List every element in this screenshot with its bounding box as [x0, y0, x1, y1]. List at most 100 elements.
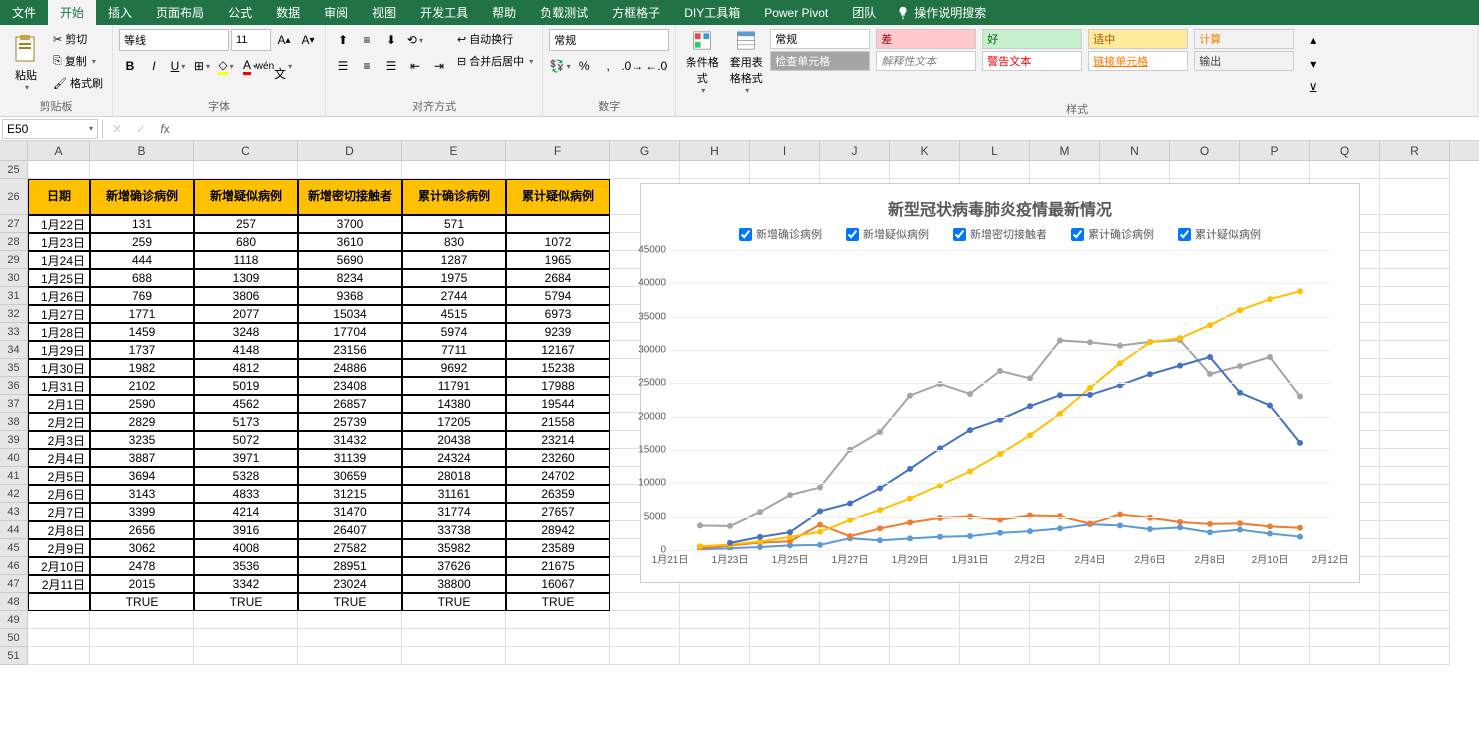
cell-D35[interactable]: 24886: [298, 359, 402, 377]
cell-A36[interactable]: 1月31日: [28, 377, 90, 395]
cell-C42[interactable]: 4833: [194, 485, 298, 503]
row-header-37[interactable]: 37: [0, 395, 28, 413]
cell-C47[interactable]: 3342: [194, 575, 298, 593]
series-marker[interactable]: [1177, 524, 1183, 530]
wrap-text-button[interactable]: ↩自动换行: [454, 29, 536, 49]
series-marker[interactable]: [1147, 339, 1153, 345]
series-marker[interactable]: [967, 391, 973, 397]
ribbon-tab-数据[interactable]: 数据: [264, 0, 312, 25]
row-header-25[interactable]: 25: [0, 161, 28, 179]
cell-D31[interactable]: 9368: [298, 287, 402, 305]
series-marker[interactable]: [817, 529, 823, 535]
ribbon-tab-公式[interactable]: 公式: [216, 0, 264, 25]
series-marker[interactable]: [817, 485, 823, 491]
cell-R44[interactable]: [1380, 521, 1450, 539]
ribbon-tab-DIY工具箱[interactable]: DIY工具箱: [672, 0, 752, 25]
series-marker[interactable]: [907, 466, 913, 472]
series-marker[interactable]: [967, 427, 973, 433]
cell-F36[interactable]: 17988: [506, 377, 610, 395]
cell-A43[interactable]: 2月7日: [28, 503, 90, 521]
series-marker[interactable]: [997, 530, 1003, 536]
cell-C25[interactable]: [194, 161, 298, 179]
styles-more[interactable]: ⊻: [1302, 77, 1324, 99]
cell-R37[interactable]: [1380, 395, 1450, 413]
cell-R45[interactable]: [1380, 539, 1450, 557]
cell-L50[interactable]: [960, 629, 1030, 647]
cell-D40[interactable]: 31139: [298, 449, 402, 467]
cell-E46[interactable]: 37626: [402, 557, 506, 575]
series-marker[interactable]: [1057, 525, 1063, 531]
series-marker[interactable]: [1057, 337, 1063, 343]
series-marker[interactable]: [1207, 371, 1213, 377]
decrease-decimal-button[interactable]: ←.0: [645, 55, 667, 77]
styles-scroll-down[interactable]: ▾: [1302, 53, 1324, 75]
row-header-26[interactable]: 26: [0, 179, 28, 215]
cell-E40[interactable]: 24324: [402, 449, 506, 467]
cell-K49[interactable]: [890, 611, 960, 629]
series-marker[interactable]: [1177, 335, 1183, 341]
cell-D32[interactable]: 15034: [298, 305, 402, 323]
row-header-47[interactable]: 47: [0, 575, 28, 593]
series-marker[interactable]: [757, 509, 763, 515]
merge-center-button[interactable]: ⊟合并后居中▾: [454, 51, 536, 71]
cell-F37[interactable]: 19544: [506, 395, 610, 413]
cell-E26[interactable]: 累计确诊病例: [402, 179, 506, 215]
cell-M48[interactable]: [1030, 593, 1100, 611]
cell-F33[interactable]: 9239: [506, 323, 610, 341]
cell-C39[interactable]: 5072: [194, 431, 298, 449]
series-marker[interactable]: [877, 525, 883, 531]
cell-B42[interactable]: 3143: [90, 485, 194, 503]
row-header-48[interactable]: 48: [0, 593, 28, 611]
cell-E29[interactable]: 1287: [402, 251, 506, 269]
cell-B35[interactable]: 1982: [90, 359, 194, 377]
series-marker[interactable]: [1237, 307, 1243, 313]
cell-A28[interactable]: 1月23日: [28, 233, 90, 251]
cell-C44[interactable]: 3916: [194, 521, 298, 539]
cell-A46[interactable]: 2月10日: [28, 557, 90, 575]
cell-D41[interactable]: 30659: [298, 467, 402, 485]
legend-item-新增密切接触者[interactable]: 新增密切接触者: [953, 226, 1047, 242]
cell-A32[interactable]: 1月27日: [28, 305, 90, 323]
cell-A31[interactable]: 1月26日: [28, 287, 90, 305]
series-marker[interactable]: [1057, 392, 1063, 398]
cell-P49[interactable]: [1240, 611, 1310, 629]
cell-D48[interactable]: TRUE: [298, 593, 402, 611]
cell-C43[interactable]: 4214: [194, 503, 298, 521]
cell-H50[interactable]: [680, 629, 750, 647]
cell-E49[interactable]: [402, 611, 506, 629]
row-header-39[interactable]: 39: [0, 431, 28, 449]
cell-B34[interactable]: 1737: [90, 341, 194, 359]
cell-F42[interactable]: 26359: [506, 485, 610, 503]
row-header-42[interactable]: 42: [0, 485, 28, 503]
series-marker[interactable]: [1207, 529, 1213, 535]
cell-F30[interactable]: 2684: [506, 269, 610, 287]
cell-A26[interactable]: 日期: [28, 179, 90, 215]
cell-A34[interactable]: 1月29日: [28, 341, 90, 359]
cell-C49[interactable]: [194, 611, 298, 629]
cell-style-输出[interactable]: 输出: [1194, 51, 1294, 71]
legend-item-新增确诊病例[interactable]: 新增确诊病例: [739, 226, 822, 242]
cell-B49[interactable]: [90, 611, 194, 629]
series-marker[interactable]: [1297, 440, 1303, 446]
cell-A37[interactable]: 2月1日: [28, 395, 90, 413]
series-marker[interactable]: [907, 519, 913, 525]
ribbon-tab-Power Pivot[interactable]: Power Pivot: [752, 0, 840, 25]
series-marker[interactable]: [877, 429, 883, 435]
cell-R46[interactable]: [1380, 557, 1450, 575]
cell-B26[interactable]: 新增确诊病例: [90, 179, 194, 215]
series-marker[interactable]: [907, 496, 913, 502]
cell-B41[interactable]: 3694: [90, 467, 194, 485]
cell-D44[interactable]: 26407: [298, 521, 402, 539]
phonetic-button[interactable]: wén文▾: [263, 55, 285, 77]
column-header-J[interactable]: J: [820, 141, 890, 160]
ribbon-tab-审阅[interactable]: 审阅: [312, 0, 360, 25]
series-marker[interactable]: [817, 542, 823, 548]
cell-E37[interactable]: 14380: [402, 395, 506, 413]
cell-H51[interactable]: [680, 647, 750, 665]
cell-E41[interactable]: 28018: [402, 467, 506, 485]
cell-I49[interactable]: [750, 611, 820, 629]
align-top-button[interactable]: ⬆: [332, 29, 354, 51]
increase-font-button[interactable]: A▴: [273, 29, 295, 51]
cell-C32[interactable]: 2077: [194, 305, 298, 323]
cell-C35[interactable]: 4812: [194, 359, 298, 377]
